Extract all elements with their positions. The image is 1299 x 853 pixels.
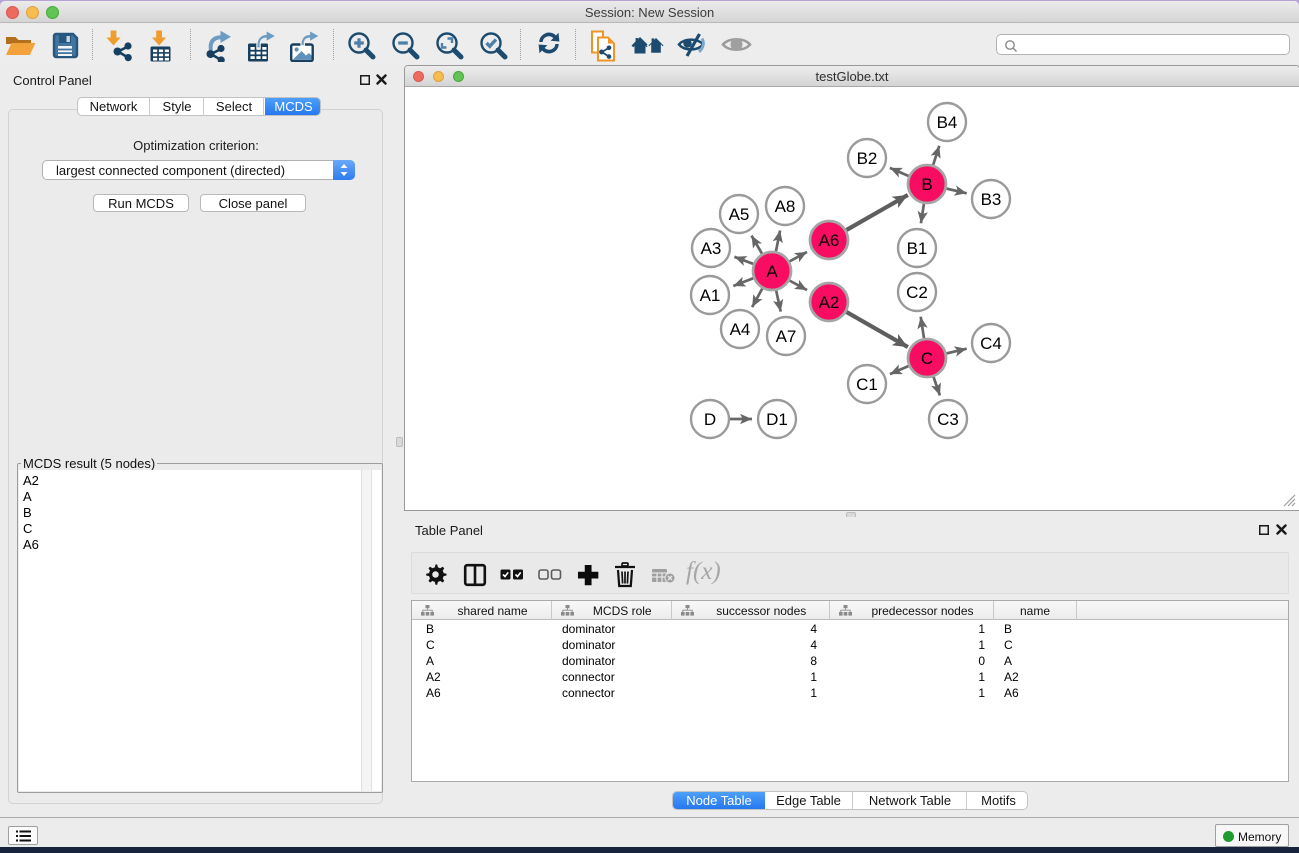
svg-text:C: C: [921, 349, 933, 368]
svg-text:B2: B2: [857, 149, 878, 168]
svg-text:B4: B4: [937, 113, 958, 132]
svg-text:C3: C3: [937, 410, 959, 429]
svg-text:A4: A4: [730, 320, 751, 339]
svg-text:A6: A6: [819, 231, 840, 250]
svg-text:B1: B1: [907, 239, 928, 258]
svg-text:D1: D1: [766, 410, 788, 429]
svg-text:D: D: [704, 410, 716, 429]
svg-text:A2: A2: [819, 293, 840, 312]
svg-text:A: A: [766, 262, 778, 281]
svg-text:C1: C1: [856, 375, 878, 394]
svg-text:A8: A8: [775, 197, 796, 216]
svg-text:C4: C4: [980, 334, 1002, 353]
svg-text:A3: A3: [701, 239, 722, 258]
svg-text:C2: C2: [906, 283, 928, 302]
svg-text:B: B: [921, 175, 932, 194]
svg-text:A5: A5: [729, 205, 750, 224]
svg-text:A7: A7: [776, 327, 797, 346]
svg-text:A1: A1: [700, 286, 721, 305]
svg-text:B3: B3: [981, 190, 1002, 209]
